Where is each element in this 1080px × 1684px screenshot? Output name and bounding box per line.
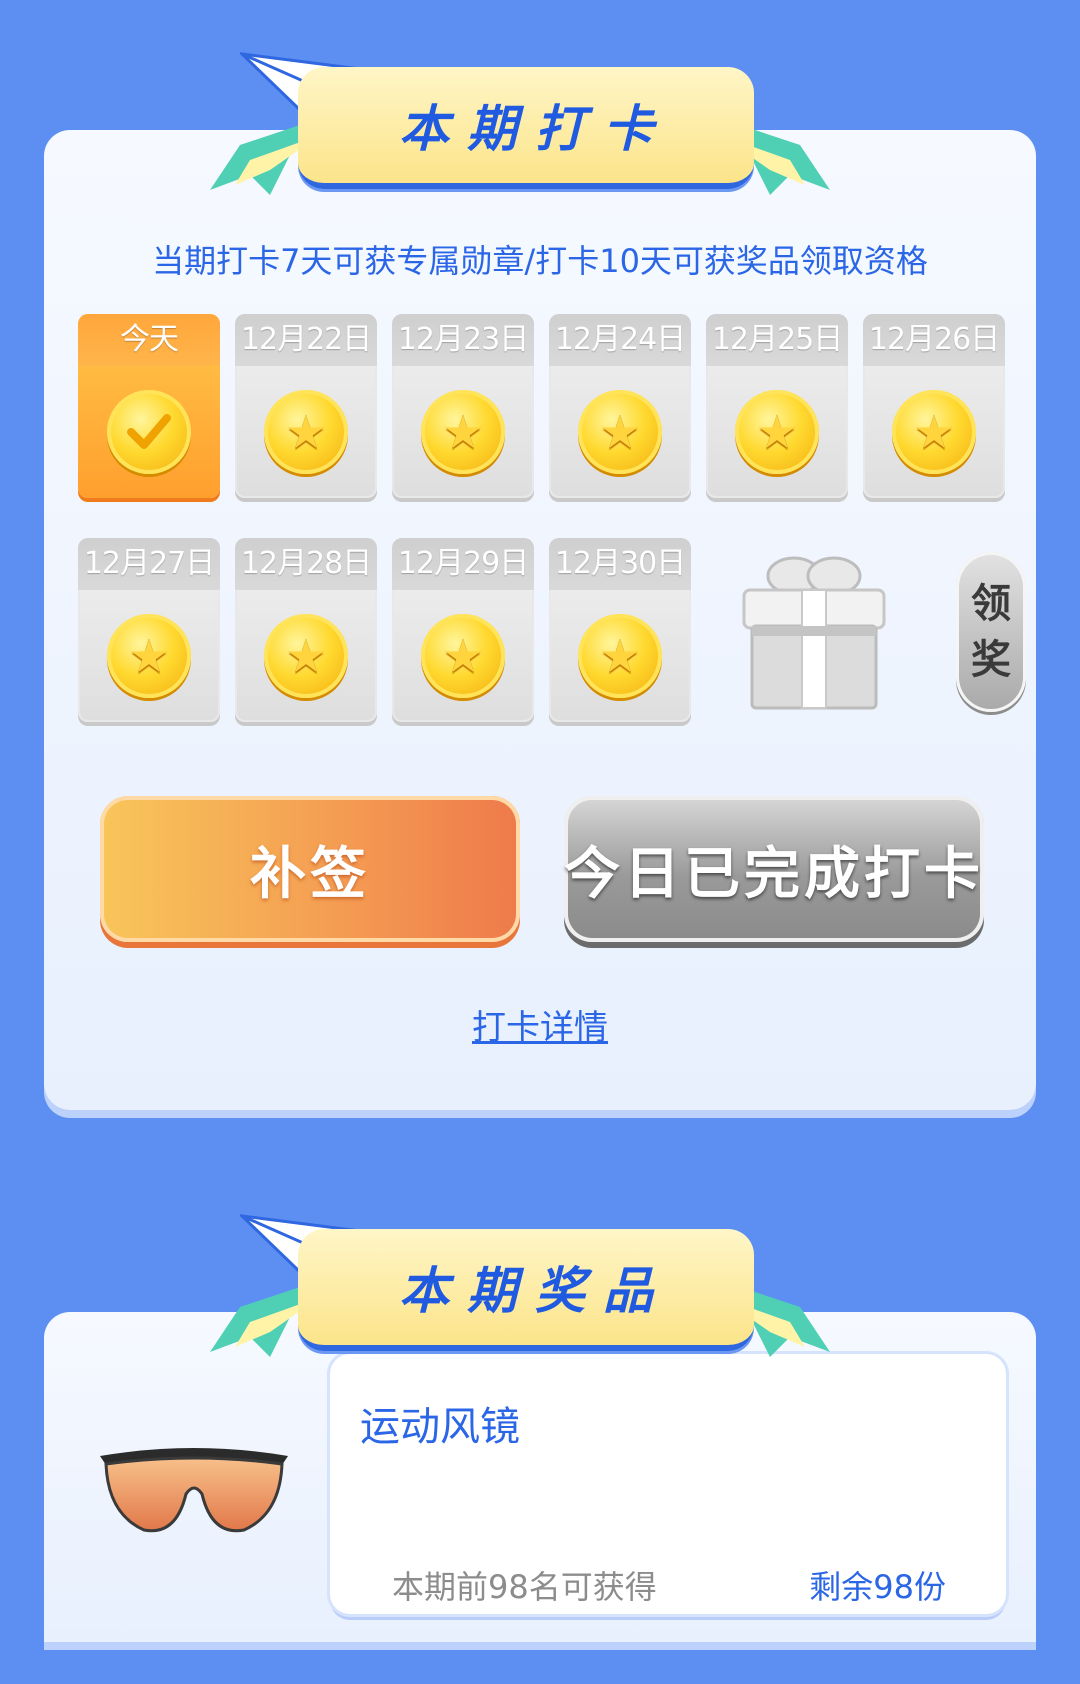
- prize-info-box[interactable]: 运动风镜 本期前98名可获得 剩余98份: [330, 1354, 1006, 1614]
- day-cell[interactable]: 12月27日 ★: [78, 538, 220, 722]
- star-coin-icon: ★: [264, 614, 348, 698]
- day-cell-today[interactable]: 今天: [78, 314, 220, 498]
- sunglasses-icon: [100, 1448, 288, 1533]
- star-coin-icon: ★: [107, 614, 191, 698]
- day-label: 12月23日: [392, 314, 534, 366]
- makeup-checkin-button[interactable]: 补签: [100, 796, 520, 942]
- prize-remaining: 剩余98份: [809, 1568, 946, 1606]
- day-label: 12月22日: [235, 314, 377, 366]
- day-label: 今天: [78, 314, 220, 366]
- checkin-title-plaque: 本期打卡: [298, 67, 754, 189]
- checkin-done-button[interactable]: 今日已完成打卡: [564, 796, 984, 942]
- star-coin-icon: ★: [421, 390, 505, 474]
- gift-icon[interactable]: [734, 538, 894, 718]
- star-coin-icon: ★: [578, 390, 662, 474]
- prize-title-plaque: 本期奖品: [298, 1229, 754, 1351]
- prize-condition: 本期前98名可获得: [392, 1568, 657, 1606]
- checkin-detail-link[interactable]: 打卡详情: [44, 1000, 1036, 1049]
- day-label: 12月28日: [235, 538, 377, 590]
- prize-section-title: 本期奖品: [399, 1262, 671, 1320]
- checkin-rule-text: 当期打卡7天可获专属勋章/打卡10天可获奖品领取资格: [152, 242, 928, 280]
- day-cell[interactable]: 12月28日 ★: [235, 538, 377, 722]
- day-label: 12月27日: [78, 538, 220, 590]
- day-cell[interactable]: 12月24日 ★: [549, 314, 691, 498]
- day-cell[interactable]: 12月25日 ★: [706, 314, 848, 498]
- day-label: 12月24日: [549, 314, 691, 366]
- star-coin-icon: ★: [578, 614, 662, 698]
- prize-title-banner: 本期奖品: [200, 1212, 840, 1362]
- day-cell[interactable]: 12月26日 ★: [863, 314, 1005, 498]
- checkin-title-banner: 本期打卡: [200, 50, 840, 200]
- star-coin-icon: ★: [264, 390, 348, 474]
- day-label: 12月26日: [863, 314, 1005, 366]
- star-coin-icon: ★: [892, 390, 976, 474]
- checkin-section-title: 本期打卡: [399, 100, 671, 158]
- claim-reward-button[interactable]: 领 奖: [956, 552, 1026, 712]
- prize-name: 运动风镜: [360, 1404, 520, 1450]
- day-label: 12月29日: [392, 538, 534, 590]
- check-coin-icon: [107, 390, 191, 474]
- day-cell[interactable]: 12月23日 ★: [392, 314, 534, 498]
- day-label: 12月25日: [706, 314, 848, 366]
- star-coin-icon: ★: [421, 614, 505, 698]
- claim-label: 领: [971, 581, 1011, 627]
- day-cell[interactable]: 12月30日 ★: [549, 538, 691, 722]
- day-cell[interactable]: 12月22日 ★: [235, 314, 377, 498]
- day-label: 12月30日: [549, 538, 691, 590]
- star-coin-icon: ★: [735, 390, 819, 474]
- checkin-card: 当期打卡7天可获专属勋章/打卡10天可获奖品领取资格 今天 12月22日 ★ 1…: [44, 130, 1036, 1110]
- claim-label: 奖: [971, 637, 1011, 683]
- day-cell[interactable]: 12月29日 ★: [392, 538, 534, 722]
